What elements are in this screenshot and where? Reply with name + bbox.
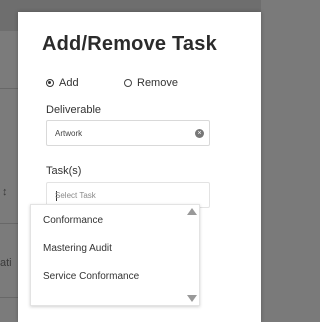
background-text: ati xyxy=(0,257,12,269)
dropdown-option-service-conformance[interactable]: Service Conformance xyxy=(31,265,187,289)
add-radio-label: Add xyxy=(59,77,79,89)
deliverable-value: Artwork xyxy=(55,129,83,138)
deliverable-select[interactable]: Artwork × xyxy=(46,120,210,146)
tasks-label: Task(s) xyxy=(46,165,82,177)
clear-icon[interactable]: × xyxy=(195,129,204,138)
scroll-down-icon[interactable] xyxy=(187,295,197,302)
remove-radio-option[interactable]: Remove xyxy=(124,76,178,90)
dialog-title: Add/Remove Task xyxy=(42,33,217,55)
remove-radio-label: Remove xyxy=(137,77,178,89)
dropdown-scrollbar[interactable] xyxy=(185,205,199,305)
deliverable-label: Deliverable xyxy=(46,104,102,116)
radio-checked-icon[interactable] xyxy=(46,79,54,87)
dropdown-option-mastering-audit[interactable]: Mastering Audit xyxy=(31,237,187,261)
radio-unchecked-icon[interactable] xyxy=(124,79,132,87)
add-radio-option[interactable]: Add xyxy=(46,76,79,90)
sort-icon: ↕ xyxy=(2,186,8,198)
dropdown-option-conformance[interactable]: Conformance xyxy=(31,209,187,233)
scroll-up-icon[interactable] xyxy=(187,208,197,215)
task-options-dropdown: Conformance Mastering Audit Service Conf… xyxy=(30,204,200,306)
background-divider xyxy=(0,88,18,89)
task-placeholder: Select Task xyxy=(55,191,96,200)
